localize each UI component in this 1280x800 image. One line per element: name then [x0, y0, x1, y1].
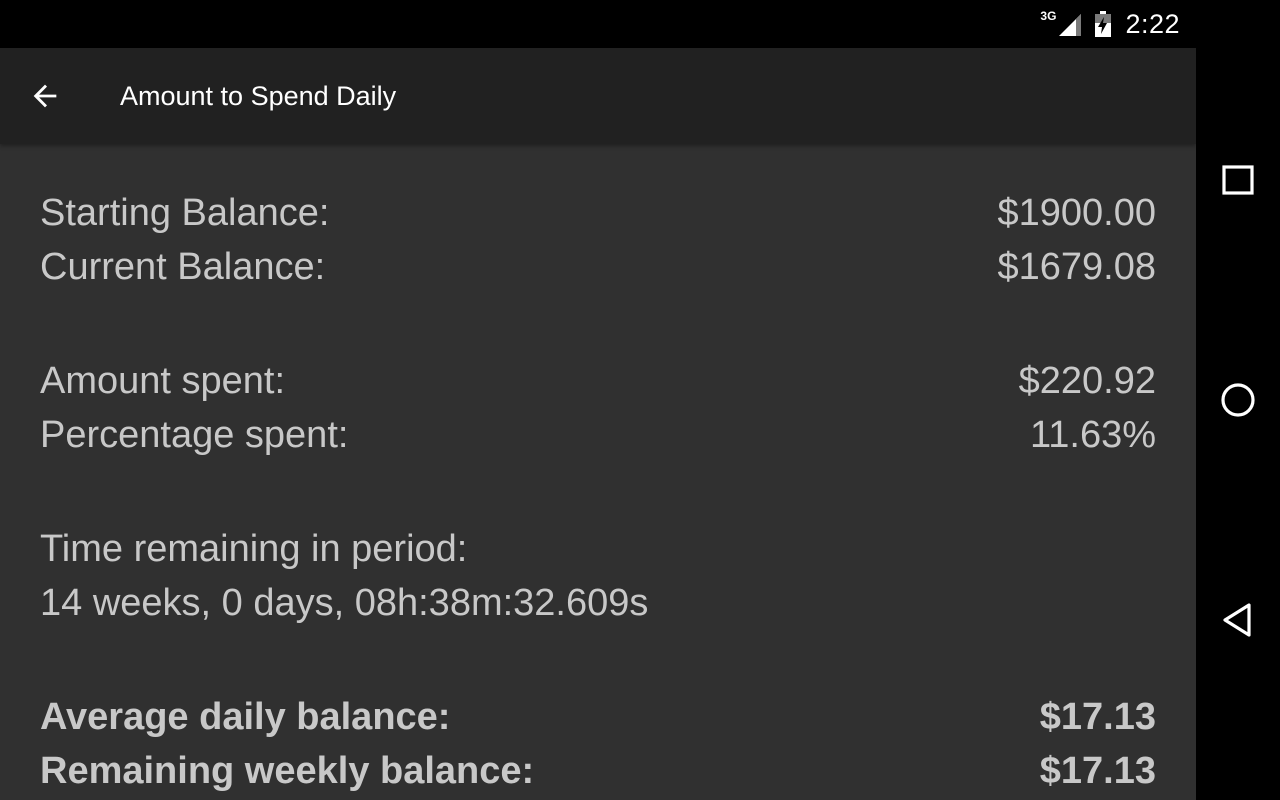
amount-spent-row: Amount spent: $220.92: [40, 354, 1156, 408]
app-bar: Amount to Spend Daily: [0, 48, 1196, 144]
battery-charging-icon: [1095, 11, 1112, 37]
page-title: Amount to Spend Daily: [120, 81, 397, 111]
average-daily-row: Average daily balance: $17.13: [40, 690, 1156, 744]
recents-icon: [1222, 165, 1254, 195]
clock: 2:22: [1125, 8, 1180, 39]
percentage-spent-label: Percentage spent:: [40, 413, 349, 456]
time-remaining-value: 14 weeks, 0 days, 08h:38m:32.609s: [40, 581, 649, 624]
remaining-weekly-row: Remaining weekly balance: $17.13: [40, 744, 1156, 798]
time-remaining-value-row: 14 weeks, 0 days, 08h:38m:32.609s: [40, 576, 1156, 630]
amount-spent-label: Amount spent:: [40, 359, 286, 402]
current-balance-row: Current Balance: $1679.08: [40, 240, 1156, 294]
remaining-weekly-value: $17.13: [1039, 749, 1156, 792]
starting-balance-value: $1900.00: [997, 191, 1157, 234]
percentage-spent-row: Percentage spent: 11.63%: [40, 408, 1156, 462]
home-icon: [1221, 383, 1255, 417]
average-daily-label: Average daily balance:: [40, 695, 451, 738]
arrow-back-icon: [33, 84, 57, 108]
current-balance-value: $1679.08: [997, 245, 1157, 288]
back-button[interactable]: [28, 72, 84, 120]
signal-icon: [1059, 14, 1082, 36]
recents-button[interactable]: [1196, 138, 1280, 222]
nav-back-button[interactable]: [1196, 578, 1280, 662]
status-icons: 3G 2:22: [1040, 0, 1180, 48]
average-daily-value: $17.13: [1039, 695, 1156, 738]
time-remaining-row: Time remaining in period:: [40, 522, 1156, 576]
current-balance-label: Current Balance:: [40, 245, 326, 288]
home-button[interactable]: [1196, 358, 1280, 442]
status-bar: 3G 2:22: [0, 0, 1196, 48]
back-icon: [1223, 603, 1251, 637]
time-remaining-label: Time remaining in period:: [40, 527, 468, 570]
percentage-spent-value: 11.63%: [1029, 413, 1156, 456]
navigation-bar: [1196, 0, 1280, 800]
amount-spent-value: $220.92: [1018, 359, 1156, 402]
starting-balance-label: Starting Balance:: [40, 191, 330, 234]
summary-panel: Starting Balance: $1900.00 Current Balan…: [0, 144, 1196, 800]
remaining-weekly-label: Remaining weekly balance:: [40, 749, 535, 792]
starting-balance-row: Starting Balance: $1900.00: [40, 186, 1156, 240]
network-type-label: 3G: [1040, 9, 1057, 23]
